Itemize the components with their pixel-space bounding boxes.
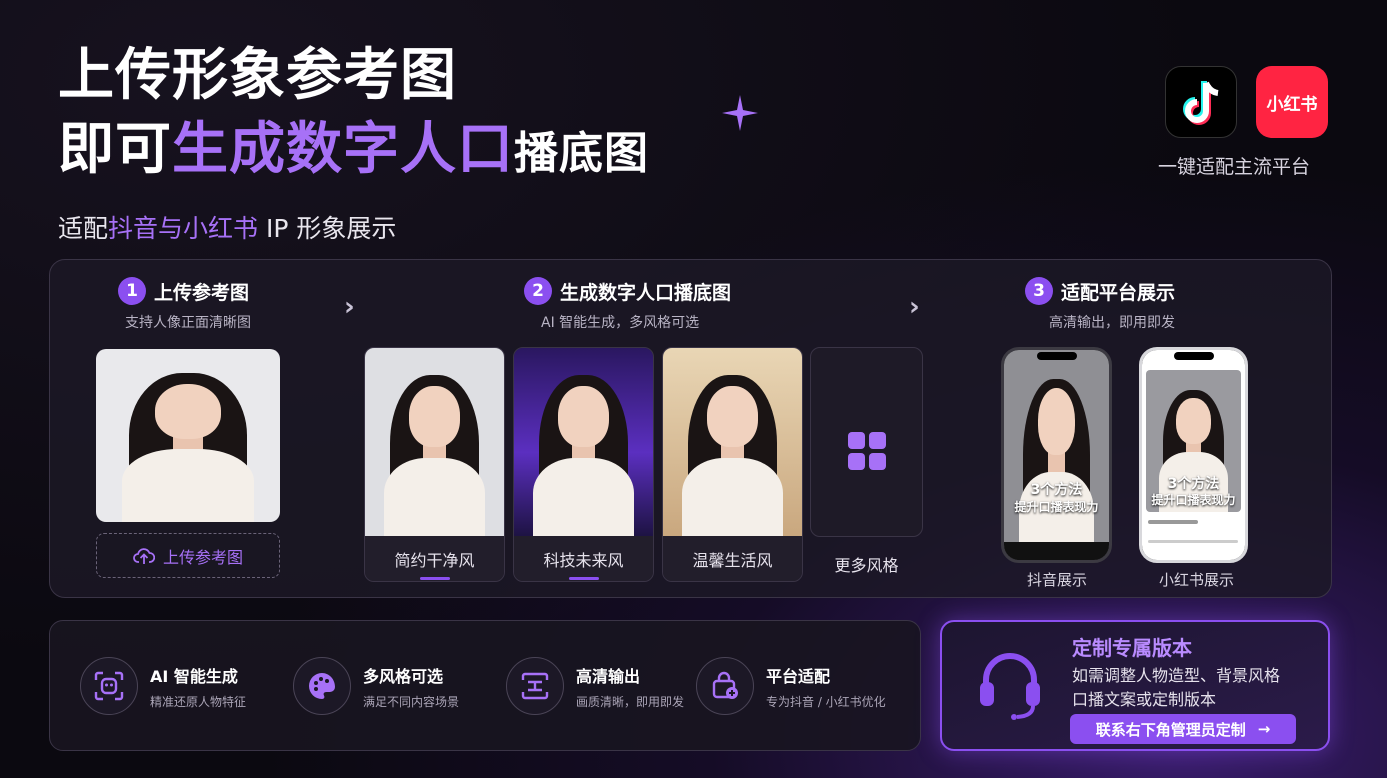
headline-line2: 即可生成数字人口播底图: [58, 114, 649, 190]
feature-styles: 多风格可选满足不同内容场景: [293, 657, 459, 715]
feature-platform: 平台适配专为抖音 / 小红书优化: [696, 657, 886, 715]
headline-white: 即可: [58, 117, 172, 182]
step-2-subtitle: AI 智能生成，多风格可选: [541, 315, 700, 331]
chevron-right-icon: ›: [909, 292, 920, 322]
step-2-number: 2: [524, 277, 552, 305]
feature-ai-title: AI 智能生成: [150, 666, 238, 686]
style-label-more[interactable]: 更多风格: [810, 552, 923, 576]
headset-icon: [980, 653, 1040, 720]
douyin-logo: [1165, 66, 1237, 138]
grid-icon: [848, 432, 886, 470]
palette-icon: [293, 657, 351, 715]
style-label-tech: 科技未来风: [514, 536, 653, 581]
step-3-header: 3 适配平台展示: [1025, 277, 1175, 305]
chevron-right-icon: ›: [344, 292, 355, 322]
step-1-header: 1 上传参考图: [118, 277, 249, 305]
subtitle-highlight: 抖音与小红书: [108, 214, 259, 243]
upload-button-label: 上传参考图: [162, 547, 243, 567]
contact-admin-button[interactable]: 联系右下角管理员定制 →: [1070, 714, 1296, 744]
douyin-overlay-line1: 3个方法: [1030, 482, 1083, 498]
feature-styles-sub: 满足不同内容场景: [363, 694, 460, 709]
xhs-phone-mockup: 3个方法 提升口播表现力: [1139, 347, 1248, 563]
style-label-simple: 简约干净风: [365, 536, 504, 581]
feature-styles-title: 多风格可选: [363, 666, 444, 686]
style-card-warm[interactable]: 温馨生活风: [662, 347, 803, 582]
upload-reference-button[interactable]: 上传参考图: [96, 533, 280, 578]
features-panel: AI 智能生成精准还原人物特征 多风格可选满足不同内容场景 高清输出画质清晰，即…: [49, 620, 921, 751]
xhs-display-label: 小红书展示: [1159, 571, 1235, 589]
feature-platform-title: 平台适配: [766, 666, 831, 686]
feature-ai: AI 智能生成精准还原人物特征: [80, 657, 246, 715]
headline-purple: 生成数字人口: [172, 117, 514, 182]
xhs-overlay-line1: 3个方法: [1167, 476, 1220, 492]
subtitle-prefix: 适配: [58, 214, 109, 243]
step-3-number: 3: [1025, 277, 1053, 305]
douyin-display-label: 抖音展示: [1027, 571, 1088, 589]
step-3-title: 适配平台展示: [1061, 281, 1176, 304]
feature-hd-title: 高清输出: [576, 666, 641, 686]
xiaohongshu-logo: 小红书: [1256, 66, 1328, 138]
style-label-warm: 温馨生活风: [663, 536, 802, 581]
subtitle-suffix: IP 形象展示: [258, 214, 397, 243]
douyin-note-icon: [1183, 81, 1219, 125]
sparkle-icon: [722, 95, 758, 131]
step-3-subtitle: 高清输出，即用即发: [1049, 315, 1175, 331]
custom-desc-line1: 如需调整人物造型、背景风格: [1072, 666, 1281, 685]
style-card-more[interactable]: [810, 347, 923, 537]
step-1-number: 1: [118, 277, 146, 305]
headline-small: 播底图: [514, 128, 649, 179]
platform-adapt-icon: [696, 657, 754, 715]
ai-face-scan-icon: [80, 657, 138, 715]
hd-output-icon: [506, 657, 564, 715]
feature-hd: 高清输出画质清晰，即用即发: [506, 657, 684, 715]
douyin-phone-mockup: 3个方法 提升口播表现力: [1001, 347, 1112, 563]
reference-portrait: [96, 349, 280, 522]
step-1-subtitle: 支持人像正面清晰图: [125, 315, 251, 331]
style-card-tech[interactable]: 科技未来风: [513, 347, 654, 582]
feature-hd-sub: 画质清晰，即用即发: [576, 694, 685, 709]
feature-ai-sub: 精准还原人物特征: [150, 694, 247, 709]
platform-caption: 一键适配主流平台: [1158, 156, 1311, 178]
arrow-right-icon: →: [1257, 720, 1271, 738]
cloud-upload-icon: [133, 547, 155, 564]
style-card-simple[interactable]: 简约干净风: [364, 347, 505, 582]
step-1-title: 上传参考图: [154, 281, 250, 304]
custom-title: 定制专属版本: [1072, 636, 1192, 660]
headline-line1: 上传形象参考图: [58, 43, 457, 108]
step-2-header: 2 生成数字人口播底图: [524, 277, 731, 305]
contact-admin-label: 联系右下角管理员定制: [1095, 720, 1246, 739]
xhs-overlay-line2: 提升口播表现力: [1151, 493, 1236, 507]
selected-indicator: [419, 577, 450, 580]
subtitle: 适配抖音与小红书 IP 形象展示: [58, 209, 396, 245]
douyin-nav-bar: [1004, 542, 1109, 560]
step-2-title: 生成数字人口播底图: [560, 281, 732, 304]
feature-platform-sub: 专为抖音 / 小红书优化: [766, 694, 886, 709]
custom-version-box: 定制专属版本 如需调整人物造型、背景风格 口播文案或定制版本 联系右下角管理员定…: [940, 620, 1330, 751]
douyin-overlay-line2: 提升口播表现力: [1014, 500, 1099, 514]
selected-indicator: [568, 577, 599, 580]
custom-description: 如需调整人物造型、背景风格 口播文案或定制版本: [1072, 664, 1280, 712]
custom-desc-line2: 口播文案或定制版本: [1072, 690, 1217, 709]
